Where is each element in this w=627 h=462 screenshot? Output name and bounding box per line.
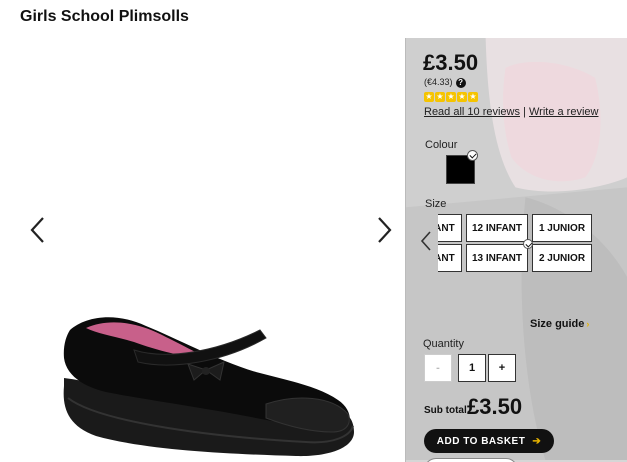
write-review-link[interactable]: Write a review bbox=[529, 106, 598, 118]
size-option[interactable]: 12 INFANT bbox=[466, 214, 528, 242]
size-option[interactable]: 11 INFANT bbox=[438, 244, 462, 272]
product-price: £3.50 bbox=[423, 50, 479, 75]
subtotal-value: £3.50 bbox=[467, 394, 523, 419]
product-image[interactable] bbox=[56, 308, 356, 462]
star-icon: ★ bbox=[435, 92, 445, 102]
size-label: Size bbox=[425, 198, 447, 210]
size-guide-link[interactable]: Size guide › bbox=[530, 318, 589, 330]
arrow-right-icon: ➔ bbox=[532, 435, 542, 447]
quantity-increase-button[interactable]: + bbox=[488, 354, 516, 382]
add-to-basket-button[interactable]: ADD TO BASKET ➔ bbox=[424, 429, 554, 453]
price-euro: (€4.33)? bbox=[424, 77, 466, 88]
colour-label: Colour bbox=[425, 139, 458, 151]
secondary-button[interactable] bbox=[424, 458, 518, 462]
star-icon: ★ bbox=[468, 92, 478, 102]
selected-check-icon bbox=[467, 150, 478, 161]
quantity-input[interactable]: 1 bbox=[458, 354, 486, 382]
read-reviews-link[interactable]: Read all 10 reviews bbox=[424, 106, 520, 118]
star-rating: ★ ★ ★ ★ ★ bbox=[424, 92, 478, 102]
size-option[interactable]: 1 JUNIOR bbox=[532, 214, 592, 242]
chevron-right-icon: › bbox=[586, 319, 590, 329]
size-option[interactable]: 2 JUNIOR bbox=[532, 244, 592, 272]
help-icon[interactable]: ? bbox=[455, 77, 466, 88]
star-icon: ★ bbox=[457, 92, 467, 102]
subtotal-label: Sub total bbox=[424, 405, 467, 416]
reviews-separator: | bbox=[523, 106, 526, 118]
quantity-label: Quantity bbox=[423, 338, 464, 350]
product-title: Girls School Plimsolls bbox=[20, 8, 189, 25]
size-option[interactable]: 11 INFANT bbox=[438, 214, 462, 242]
size-guide-label: Size guide bbox=[530, 318, 585, 330]
chevron-right-icon bbox=[378, 217, 392, 243]
size-prev-button[interactable] bbox=[420, 230, 432, 252]
chevron-left-icon bbox=[30, 217, 44, 243]
image-gallery bbox=[0, 40, 405, 462]
quantity-decrease-button[interactable]: - bbox=[424, 354, 452, 382]
gallery-next-button[interactable] bbox=[374, 214, 394, 246]
size-selector: 11 INFANT 12 INFANT 1 JUNIOR 11 INFANT 1… bbox=[438, 214, 627, 274]
size-option-selected[interactable]: 13 INFANT bbox=[466, 244, 528, 272]
add-to-basket-label: ADD TO BASKET bbox=[436, 435, 526, 447]
reviews-links: Read all 10 reviews | Write a review bbox=[424, 106, 598, 118]
gallery-prev-button[interactable] bbox=[28, 214, 48, 246]
selected-check-icon bbox=[523, 239, 533, 249]
star-icon: ★ bbox=[446, 92, 456, 102]
product-details-panel: £3.50 (€4.33)? ★ ★ ★ ★ ★ Read all 10 rev… bbox=[405, 38, 627, 462]
price-euro-value: (€4.33) bbox=[424, 77, 453, 87]
star-icon: ★ bbox=[424, 92, 434, 102]
